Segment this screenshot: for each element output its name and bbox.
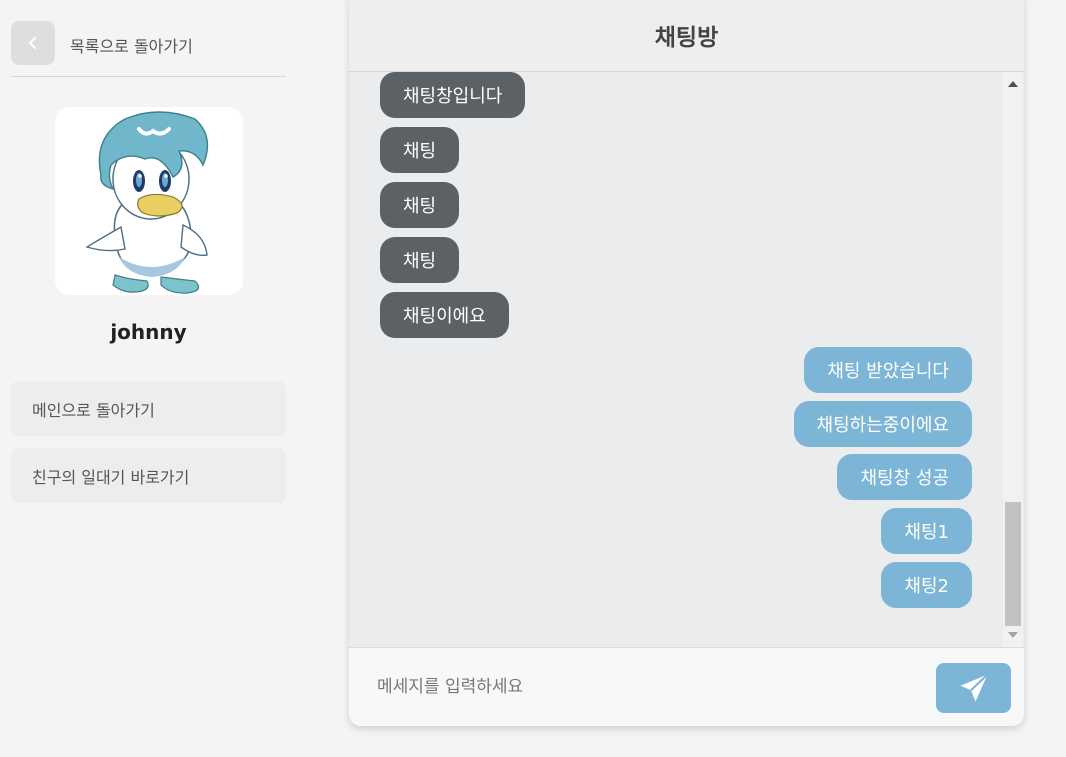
- message-list[interactable]: 채팅창입니다 채팅 채팅 채팅 채팅이에요 채팅 받았습니다 채팅하는중이에요 …: [349, 72, 1024, 647]
- received-message: 채팅이에요: [380, 292, 509, 338]
- message-input-bar: [349, 647, 1024, 726]
- scrollbar-thumb[interactable]: [1005, 502, 1021, 626]
- sent-message: 채팅하는중이에요: [793, 401, 972, 447]
- sidebar: 목록으로 돌아가기 johnny 메인으로 돌아가기 친구의 일대기 바로가기: [11, 0, 286, 757]
- duck-avatar-image: [85, 111, 209, 294]
- back-link-text[interactable]: 목록으로 돌아가기: [70, 33, 193, 57]
- sent-message: 채팅 받았습니다: [804, 347, 972, 393]
- chat-panel: 채팅방 채팅창입니다 채팅 채팅 채팅 채팅이에요 채팅 받았습니다 채팅하는중…: [349, 0, 1024, 726]
- avatar: [55, 107, 243, 295]
- menu-item-label: 메인으로 돌아가기: [32, 400, 155, 420]
- username: johnny: [110, 320, 187, 344]
- menu-item-label: 친구의 일대기 바로가기: [32, 467, 190, 487]
- received-message: 채팅: [380, 127, 460, 173]
- paper-plane-icon: [960, 673, 988, 702]
- chat-title: 채팅방: [654, 25, 719, 51]
- send-button[interactable]: [936, 663, 1011, 713]
- back-button[interactable]: [11, 21, 55, 65]
- sent-message: 채팅2: [881, 562, 972, 608]
- received-message: 채팅: [380, 237, 460, 283]
- back-row: 목록으로 돌아가기: [11, 21, 286, 77]
- message-input[interactable]: [363, 662, 923, 712]
- scroll-down-arrow-icon[interactable]: [1008, 632, 1018, 638]
- sent-message: 채팅창 성공: [837, 454, 972, 500]
- received-message: 채팅: [380, 182, 460, 228]
- menu-item-main[interactable]: 메인으로 돌아가기: [11, 381, 286, 436]
- message-scrollbar[interactable]: [1003, 72, 1023, 647]
- chat-header: 채팅방: [349, 0, 1024, 72]
- received-message: 채팅창입니다: [380, 72, 526, 118]
- sent-message: 채팅1: [881, 508, 972, 554]
- scroll-up-arrow-icon[interactable]: [1008, 81, 1018, 87]
- chevron-left-icon: [29, 37, 36, 49]
- menu-item-friend-biography[interactable]: 친구의 일대기 바로가기: [11, 448, 286, 503]
